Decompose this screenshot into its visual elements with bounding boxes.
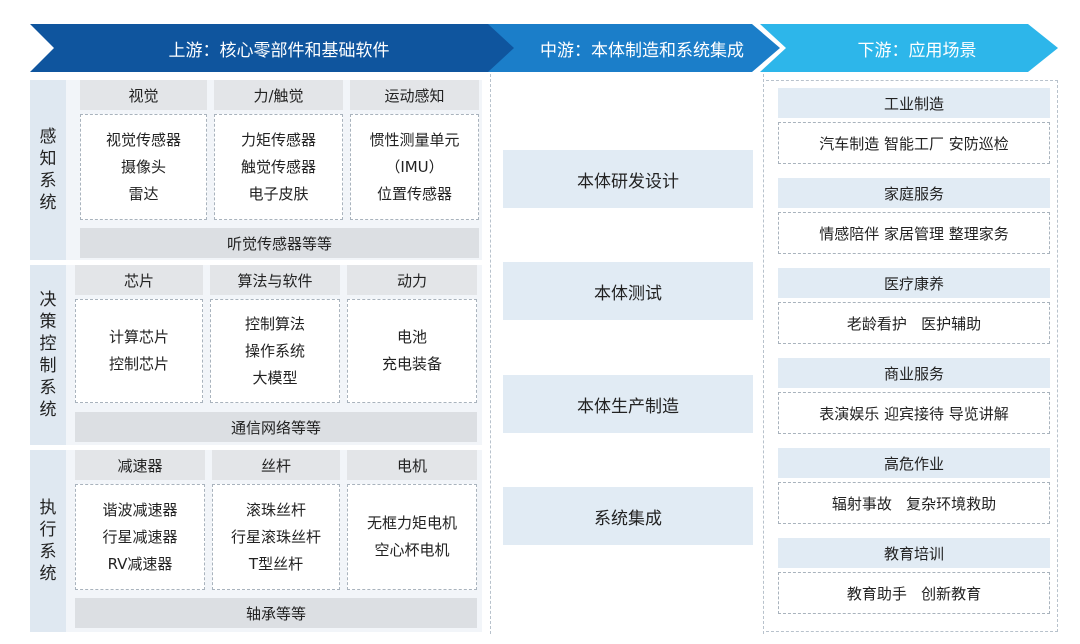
list-item: 力矩传感器 xyxy=(240,130,316,149)
upstream-header-label: 上游：核心零部件和基础软件 xyxy=(168,40,390,61)
list-item: 行星滚珠丝杆 xyxy=(230,527,321,546)
list-item: 视觉传感器 xyxy=(105,130,181,149)
midstream-header: 中游：本体制造和系统集成 xyxy=(488,24,780,72)
list-item: T型丝杆 xyxy=(248,554,304,573)
list-item: 位置传感器 xyxy=(376,184,452,203)
group-box-algorithm: 控制算法 操作系统 大模型 xyxy=(210,299,340,403)
group-box-chip: 计算芯片 控制芯片 xyxy=(75,299,203,403)
list-item: 谐波减速器 xyxy=(102,500,178,519)
downstream-detail-home: 情感陪伴 家居管理 整理家务 xyxy=(778,212,1050,254)
decision-footer: 通信网络等等 xyxy=(75,412,477,442)
downstream-title-hazard: 高危作业 xyxy=(778,448,1050,478)
list-item: 滚珠丝杆 xyxy=(245,500,306,519)
list-item: 控制芯片 xyxy=(108,355,169,373)
downstream-detail-industry: 汽车制造 智能工厂 安防巡检 xyxy=(778,122,1050,164)
midstream-item-testing: 本体测试 xyxy=(503,262,753,320)
downstream-title-education: 教育培训 xyxy=(778,538,1050,568)
group-box-vision: 视觉传感器 摄像头 雷达 xyxy=(80,114,207,220)
downstream-title-commercial: 商业服务 xyxy=(778,358,1050,388)
list-item: 雷达 xyxy=(128,184,159,203)
list-item: 空心杯电机 xyxy=(374,541,450,559)
list-item: 大模型 xyxy=(252,368,298,387)
group-box-force: 力矩传感器 触觉传感器 电子皮肤 xyxy=(214,114,343,220)
group-title-motion: 运动感知 xyxy=(350,80,479,110)
list-item: 电子皮肤 xyxy=(248,184,309,203)
list-item: 行星减速器 xyxy=(102,527,178,546)
list-item: 充电装备 xyxy=(381,355,442,373)
execution-footer: 轴承等等 xyxy=(75,598,477,628)
list-item: RV减速器 xyxy=(107,554,173,573)
group-title-chip: 芯片 xyxy=(75,265,203,295)
group-title-force: 力/触觉 xyxy=(214,80,343,110)
group-box-power: 电池 充电装备 xyxy=(347,299,477,403)
list-item: 计算芯片 xyxy=(108,328,169,346)
decision-side-label: 决策控制系统 xyxy=(30,265,66,445)
perception-footer: 听觉传感器等等 xyxy=(80,228,479,258)
downstream-detail-education: 教育助手 创新教育 xyxy=(778,572,1050,614)
group-title-reducer: 减速器 xyxy=(75,450,205,480)
downstream-title-industry: 工业制造 xyxy=(778,88,1050,118)
downstream-title-medical: 医疗康养 xyxy=(778,268,1050,298)
group-title-vision: 视觉 xyxy=(80,80,207,110)
list-item: 操作系统 xyxy=(244,341,305,360)
execution-side-label: 执行系统 xyxy=(30,450,66,632)
downstream-detail-hazard: 辐射事故 复杂环境救助 xyxy=(778,482,1050,524)
list-item: 惯性测量单元 xyxy=(369,130,460,149)
downstream-detail-commercial: 表演娱乐 迎宾接待 导览讲解 xyxy=(778,392,1050,434)
downstream-header-label: 下游：应用场景 xyxy=(857,40,977,61)
group-box-reducer: 谐波减速器 行星减速器 RV减速器 xyxy=(75,484,205,590)
group-box-motor: 无框力矩电机 空心杯电机 xyxy=(347,484,477,590)
list-item: 摄像头 xyxy=(120,157,166,176)
midstream-item-production: 本体生产制造 xyxy=(503,375,753,433)
upstream-header: 上游：核心零部件和基础软件 xyxy=(30,24,518,72)
downstream-title-home: 家庭服务 xyxy=(778,178,1050,208)
group-title-power: 动力 xyxy=(347,265,477,295)
midstream-item-integration: 系统集成 xyxy=(503,487,753,545)
group-box-screw: 滚珠丝杆 行星滚珠丝杆 T型丝杆 xyxy=(212,484,340,590)
perception-side-label: 感知系统 xyxy=(30,80,66,260)
midstream-item-rnd: 本体研发设计 xyxy=(503,150,753,208)
list-item: 控制算法 xyxy=(244,314,305,333)
group-title-algorithm: 算法与软件 xyxy=(210,265,340,295)
downstream-header: 下游：应用场景 xyxy=(760,24,1058,72)
group-title-motor: 电机 xyxy=(347,450,477,480)
midstream-header-label: 中游：本体制造和系统集成 xyxy=(540,40,744,61)
group-box-motion: 惯性测量单元 （IMU） 位置传感器 xyxy=(350,114,479,220)
list-item: 触觉传感器 xyxy=(240,157,316,176)
downstream-detail-medical: 老龄看护 医护辅助 xyxy=(778,302,1050,344)
list-item: 电池 xyxy=(396,328,427,346)
list-item: 无框力矩电机 xyxy=(366,514,457,532)
group-title-screw: 丝杆 xyxy=(212,450,340,480)
list-item: （IMU） xyxy=(385,157,444,176)
